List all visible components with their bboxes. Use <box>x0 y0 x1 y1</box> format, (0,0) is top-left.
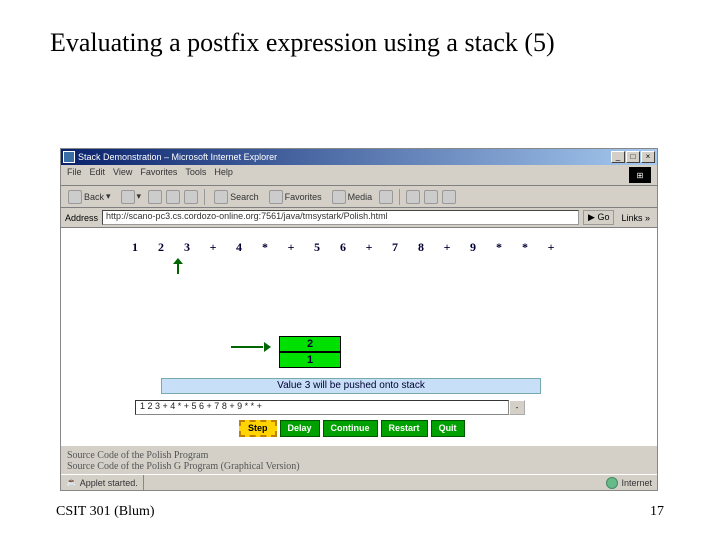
media-icon <box>332 190 346 204</box>
mail-icon[interactable] <box>406 190 420 204</box>
token: + <box>209 240 217 255</box>
back-icon <box>68 190 82 204</box>
stack-display: 2 1 <box>279 336 341 368</box>
home-icon[interactable] <box>184 190 198 204</box>
close-button[interactable]: × <box>641 151 655 163</box>
applet-area: 1 2 3 + 4 * + 5 6 + 7 8 + 9 * * + 2 1 Va… <box>61 228 657 446</box>
chevron-down-icon: ▾ <box>137 191 142 202</box>
token: 1 <box>131 240 139 255</box>
toolbar-separator <box>399 189 400 205</box>
maximize-button[interactable]: □ <box>626 151 640 163</box>
stop-icon[interactable] <box>148 190 162 204</box>
footer-course: CSIT 301 (Blum) <box>56 504 155 520</box>
token: * <box>521 240 529 255</box>
token: + <box>547 240 555 255</box>
token: * <box>261 240 269 255</box>
forward-icon <box>121 190 135 204</box>
current-token-arrow-icon <box>174 258 184 274</box>
token: 8 <box>417 240 425 255</box>
history-icon[interactable] <box>379 190 393 204</box>
token: 7 <box>391 240 399 255</box>
status-text: ☕ Applet started. <box>61 475 144 490</box>
star-icon <box>269 190 283 204</box>
refresh-icon[interactable] <box>166 190 180 204</box>
status-zone: Internet <box>601 477 657 489</box>
menu-favorites[interactable]: Favorites <box>140 167 177 183</box>
token: * <box>495 240 503 255</box>
token: + <box>287 240 295 255</box>
token: + <box>443 240 451 255</box>
ie-icon <box>63 151 75 163</box>
expression-input-row: 1 2 3 + 4 * + 5 6 + 7 8 + 9 * * + - <box>135 400 525 415</box>
slide-title: Evaluating a postfix expression using a … <box>0 0 720 68</box>
menu-view[interactable]: View <box>113 167 132 183</box>
token: 5 <box>313 240 321 255</box>
media-button[interactable]: Media <box>329 189 376 205</box>
internet-zone-icon <box>606 477 618 489</box>
expression-input[interactable]: 1 2 3 + 4 * + 5 6 + 7 8 + 9 * * + <box>135 400 509 415</box>
delay-button[interactable]: Delay <box>280 420 320 437</box>
browser-window: Stack Demonstration – Microsoft Internet… <box>60 148 658 491</box>
token: + <box>365 240 373 255</box>
token: 6 <box>339 240 347 255</box>
source-link-1[interactable]: Source Code of the Polish Program <box>67 450 651 461</box>
minimize-button[interactable]: _ <box>611 151 625 163</box>
chevron-down-icon: ▾ <box>106 191 111 202</box>
menu-file[interactable]: File <box>67 167 82 183</box>
push-arrow-icon <box>231 342 271 352</box>
expression-submit-button[interactable]: - <box>509 400 525 415</box>
links-label[interactable]: Links » <box>618 213 653 223</box>
back-button[interactable]: Back▾ <box>65 189 114 205</box>
control-buttons: Step Delay Continue Restart Quit <box>239 420 465 437</box>
menu-tools[interactable]: Tools <box>185 167 206 183</box>
stack-cell: 2 <box>279 336 341 352</box>
token: 3 <box>183 240 191 255</box>
favorites-button[interactable]: Favorites <box>266 189 325 205</box>
menubar: File Edit View Favorites Tools Help ⊞ <box>61 165 657 186</box>
applet-message: Value 3 will be pushed onto stack <box>161 378 541 394</box>
forward-button[interactable]: ▾ <box>118 189 145 205</box>
address-label: Address <box>65 213 98 223</box>
search-icon <box>214 190 228 204</box>
token: 2 <box>157 240 165 255</box>
edit-icon[interactable] <box>442 190 456 204</box>
toolbar-separator <box>204 189 205 205</box>
token: 9 <box>469 240 477 255</box>
go-button[interactable]: ▶ Go <box>583 210 614 225</box>
token: 4 <box>235 240 243 255</box>
source-links: Source Code of the Polish Program Source… <box>61 446 657 474</box>
status-bar: ☕ Applet started. Internet <box>61 474 657 490</box>
stack-cell: 1 <box>279 352 341 368</box>
ms-flag-icon: ⊞ <box>629 167 651 183</box>
restart-button[interactable]: Restart <box>381 420 428 437</box>
menu-edit[interactable]: Edit <box>90 167 106 183</box>
applet-icon: ☕ <box>66 477 77 488</box>
window-title: Stack Demonstration – Microsoft Internet… <box>78 152 610 162</box>
menu-help[interactable]: Help <box>214 167 233 183</box>
address-bar: Address http://scano-pc3.cs.cordozo-onli… <box>61 208 657 228</box>
quit-button[interactable]: Quit <box>431 420 465 437</box>
source-link-2[interactable]: Source Code of the Polish G Program (Gra… <box>67 461 651 472</box>
expression-tokens: 1 2 3 + 4 * + 5 6 + 7 8 + 9 * * + <box>69 234 649 259</box>
search-button[interactable]: Search <box>211 189 262 205</box>
toolbar: Back▾ ▾ Search Favorites Media <box>61 186 657 208</box>
print-icon[interactable] <box>424 190 438 204</box>
step-button[interactable]: Step <box>239 420 277 437</box>
page-number: 17 <box>650 504 664 520</box>
continue-button[interactable]: Continue <box>323 420 378 437</box>
address-input[interactable]: http://scano-pc3.cs.cordozo-online.org:7… <box>102 210 579 225</box>
titlebar: Stack Demonstration – Microsoft Internet… <box>61 149 657 165</box>
